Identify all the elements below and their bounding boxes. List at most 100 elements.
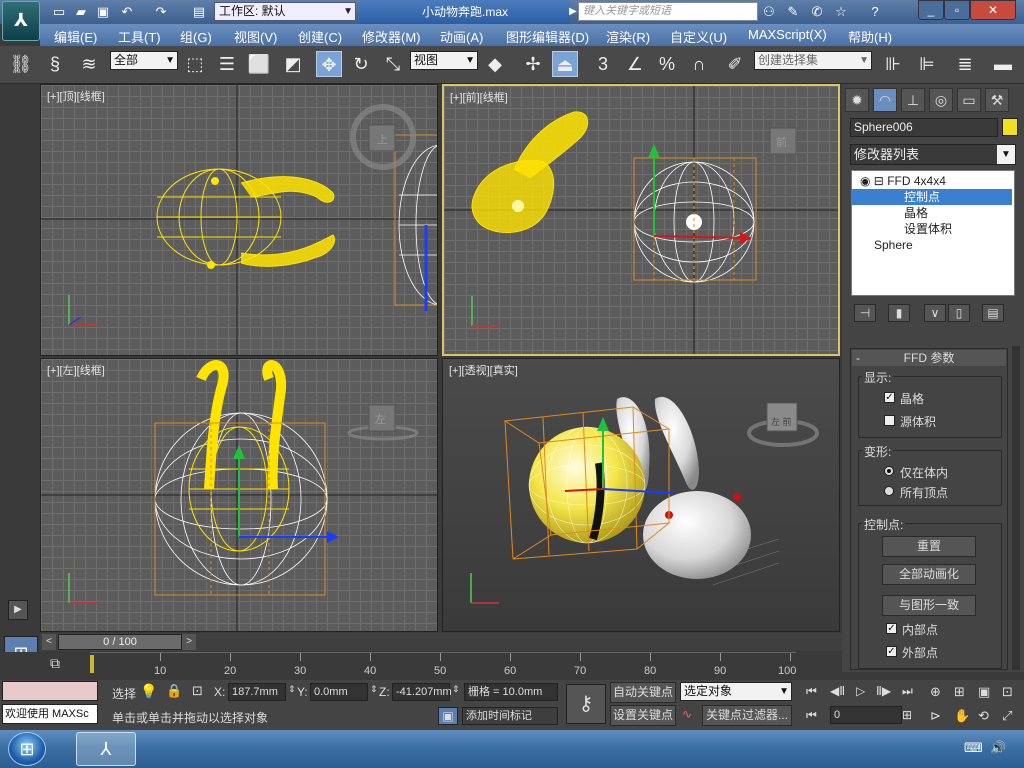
display-tab-icon[interactable]: ▭ [957, 88, 981, 112]
minimize-button[interactable]: _ [918, 0, 944, 20]
menu-help[interactable]: 帮助(H) [848, 27, 892, 46]
x-spinner-icon[interactable]: ⇕ [288, 684, 296, 695]
field-of-view-icon[interactable]: ⊳ [930, 708, 941, 724]
menu-group[interactable]: 组(G) [180, 27, 212, 46]
create-tab-icon[interactable]: ✹ [845, 88, 869, 112]
graphite-ribbon-icon[interactable]: ▬ [990, 51, 1016, 77]
time-slider-prev-icon[interactable]: < [42, 634, 56, 650]
curve-editor-mini-icon[interactable]: ⧉ [50, 655, 72, 673]
keyboard-shortcut-override-icon[interactable]: ⏏ [552, 51, 578, 77]
start-button-icon[interactable]: ⊞ [8, 732, 46, 766]
unlink-icon[interactable]: § [42, 51, 68, 77]
time-slider-thumb[interactable]: 0 / 100 [58, 634, 182, 650]
select-and-move-icon[interactable]: ✥ [316, 51, 342, 77]
ffd-params-header[interactable]: - FFD 参数 [852, 350, 1006, 366]
viewcube-perspective-label[interactable]: 左 前 [771, 416, 792, 427]
pivot-point-icon[interactable]: ◆ [482, 51, 508, 77]
inside-points-checkbox[interactable]: ✓ [886, 623, 897, 634]
orbit-icon[interactable]: ⟲ [978, 708, 989, 724]
go-to-start-icon[interactable]: ⏮ [806, 684, 817, 699]
selection-filter-dropdown[interactable]: 全部 ▼ [110, 51, 178, 70]
previous-frame-icon[interactable]: ◀Ⅱ [830, 684, 845, 698]
zoom-all-icon[interactable]: ⊞ [954, 684, 965, 700]
open-file-icon[interactable]: ▰ [72, 3, 90, 21]
key-mode-toggle-icon[interactable]: ⏮ [806, 708, 817, 723]
bind-space-warp-icon[interactable]: ≋ [76, 51, 102, 77]
viewcube-left-label[interactable]: 左 [375, 413, 386, 426]
binoculars-icon[interactable]: ⚇ [760, 3, 778, 21]
viewport-top[interactable]: [+][顶][线框] 上 [40, 84, 438, 356]
command-panel-scrollbar[interactable] [1012, 346, 1020, 670]
menu-views[interactable]: 视图(V) [234, 27, 277, 46]
add-time-tag-field[interactable]: 添加时间标记 [462, 707, 558, 725]
redo-icon[interactable]: ↷ [152, 3, 170, 21]
menu-animation[interactable]: 动画(A) [440, 27, 483, 46]
menu-customize[interactable]: 自定义(U) [670, 27, 727, 46]
absolute-mode-icon[interactable]: ⊡ [192, 683, 203, 699]
search-input[interactable]: 键入关键字或短语 [578, 2, 758, 21]
layer-manager-icon[interactable]: ≣ [952, 51, 978, 77]
go-to-end-icon[interactable]: ⏭ [902, 684, 913, 699]
viewport-front[interactable]: [+][前][线框] 前 [442, 84, 840, 356]
undo-icon[interactable]: ↶ [118, 3, 136, 21]
only-in-volume-radio[interactable] [884, 466, 894, 476]
x-coordinate-field[interactable]: 187.7mm [228, 683, 286, 701]
subscription-icon[interactable]: ✎ [784, 3, 802, 21]
source-volume-checkbox[interactable] [884, 415, 895, 426]
set-key-button[interactable]: 设置关键点 [610, 705, 676, 726]
utilities-tab-icon[interactable]: ⚒ [985, 88, 1009, 112]
percent-snap-icon[interactable]: % [654, 51, 680, 77]
outside-points-checkbox[interactable]: ✓ [886, 646, 897, 657]
y-coordinate-field[interactable]: 0.0mm [310, 683, 368, 701]
menu-maxscript[interactable]: MAXScript(X) [748, 27, 827, 42]
configure-modifier-sets-icon[interactable]: ▤ [982, 304, 1004, 322]
reset-button[interactable]: 重置 [882, 536, 976, 557]
make-unique-icon[interactable]: ∨ [924, 304, 946, 322]
show-end-result-icon[interactable]: ▮ [888, 304, 910, 322]
next-frame-icon[interactable]: Ⅱ▶ [876, 684, 891, 698]
help-icon[interactable]: ? [866, 3, 884, 21]
menu-edit[interactable]: 编辑(E) [54, 27, 97, 46]
viewport-left[interactable]: [+][左][线框] 左 [40, 358, 438, 632]
spinner-snap-icon[interactable]: ∩ [686, 51, 712, 77]
select-by-name-icon[interactable]: ☰ [214, 51, 240, 77]
stack-item-lattice[interactable]: 晶格 [852, 205, 1012, 221]
motion-tab-icon[interactable]: ◎ [929, 88, 953, 112]
z-coordinate-field[interactable]: -41.207mm [392, 683, 452, 701]
save-file-icon[interactable]: ▣ [94, 3, 112, 21]
remove-modifier-icon[interactable]: ▯ [948, 304, 970, 322]
align-icon[interactable]: ⊫ [914, 51, 940, 77]
pan-view-icon[interactable]: ✋ [954, 708, 970, 724]
play-icon[interactable]: ▷ [856, 684, 865, 698]
mirror-icon[interactable]: ⊪ [880, 51, 906, 77]
auto-key-button[interactable]: 自动关键点 [610, 682, 676, 703]
project-folder-icon[interactable]: ▤ [190, 3, 208, 21]
new-file-icon[interactable]: ▭ [50, 3, 68, 21]
reference-coordinate-dropdown[interactable]: 视图 ▼ [410, 51, 478, 70]
menu-modifiers[interactable]: 修改器(M) [362, 27, 421, 46]
stack-item-set-volume[interactable]: 设置体积 [852, 221, 1012, 237]
current-frame-field[interactable]: 0 [830, 706, 902, 724]
favorites-star-icon[interactable]: ☆ [832, 3, 850, 21]
angle-snap-icon[interactable]: ∠ [622, 51, 648, 77]
close-button[interactable]: ✕ [970, 0, 1016, 20]
viewcube-front-label[interactable]: 前 [776, 135, 787, 149]
pin-stack-icon[interactable]: ⊣ [854, 304, 876, 322]
keyboard-tray-icon[interactable]: ⌨ [964, 740, 983, 756]
communication-center-icon[interactable]: ✆ [808, 3, 826, 21]
zoom-extents-icon[interactable]: ▣ [978, 684, 990, 700]
menu-tools[interactable]: 工具(T) [118, 27, 161, 46]
track-ruler[interactable]: 10 20 30 40 50 60 70 80 90 100 [90, 652, 796, 677]
modify-tab-icon[interactable]: ◠ [873, 88, 897, 112]
stack-item-ffd[interactable]: ◉ ⊟ FFD 4x4x4 [852, 173, 1012, 189]
hierarchy-tab-icon[interactable]: ⊥ [901, 88, 925, 112]
time-cursor[interactable] [90, 655, 94, 673]
zoom-extents-all-icon[interactable]: ⊡ [1002, 684, 1013, 700]
snaps-toggle-icon[interactable]: 3 [590, 51, 616, 77]
named-selection-dropdown[interactable]: 创建选择集 ▼ [754, 51, 872, 70]
time-configuration-icon[interactable]: ⊞ [902, 708, 912, 722]
mini-listener-toggle-icon[interactable]: ▶ [8, 600, 28, 620]
selection-lock-icon[interactable]: 🔒 [166, 683, 182, 699]
z-spinner-icon[interactable]: ⇕ [452, 684, 460, 695]
y-spinner-icon[interactable]: ⇕ [370, 684, 378, 695]
